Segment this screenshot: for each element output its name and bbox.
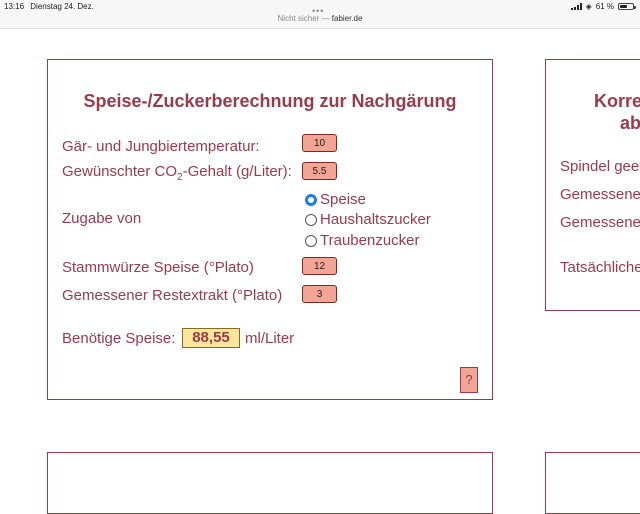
correction-row: Gemessener — [560, 186, 640, 203]
radio-label[interactable]: Haushaltszucker — [320, 211, 431, 228]
status-date: Dienstag 24. Dez. — [30, 2, 94, 11]
wort-input[interactable] — [302, 257, 337, 275]
residual-label: Gemessener Restextrakt (°Plato) — [62, 287, 283, 304]
co2-label-post: -Gehalt (g/Liter): — [182, 163, 292, 180]
correction-card: Korre ab Spindel gee Gemessener Gemessen… — [545, 59, 640, 311]
correction-row: Tatsächliche — [560, 259, 640, 276]
url-bar[interactable]: ••• Nicht sicher — fabier.de — [0, 6, 640, 29]
bottom-card-right — [545, 452, 640, 514]
radio-checked-icon[interactable] — [305, 193, 317, 206]
result-value: 88,55 — [182, 328, 240, 348]
co2-label: Gewünschter CO2-Gehalt (g/Liter): — [62, 163, 292, 183]
radio-option-haushaltszucker[interactable]: Haushaltszucker — [305, 211, 431, 228]
signal-icon — [570, 3, 582, 10]
result-unit: ml/Liter — [245, 330, 295, 347]
radio-label[interactable]: Speise — [320, 191, 366, 208]
residual-input[interactable] — [302, 285, 337, 303]
correction-row: Gemessener — [560, 214, 640, 231]
radio-label[interactable]: Traubenzucker — [320, 232, 420, 249]
battery-icon — [618, 3, 636, 10]
radio-option-speise[interactable]: Speise — [305, 191, 366, 208]
correction-title-line1: Korre — [594, 91, 640, 111]
radio-unchecked-icon[interactable] — [305, 213, 317, 226]
bottom-card-left — [47, 452, 493, 514]
co2-label-pre: Gewünschter CO — [62, 163, 178, 180]
co2-input[interactable] — [302, 162, 337, 180]
radio-unchecked-icon[interactable] — [305, 234, 317, 247]
wifi-icon: ◈ — [585, 1, 592, 11]
correction-row: Spindel gee — [560, 158, 640, 175]
status-time: 13:16 — [4, 2, 25, 11]
calculator-title: Speise-/Zuckerberechnung zur Nachgärung — [83, 91, 457, 111]
url-security: Nicht sicher — — [277, 14, 332, 23]
help-button[interactable]: ? — [460, 367, 478, 393]
wort-label: Stammwürze Speise (°Plato) — [62, 259, 254, 276]
addition-label: Zugabe von — [62, 210, 142, 227]
result-label: Benötige Speise: — [62, 330, 176, 347]
battery-percent: 61 % — [595, 2, 614, 11]
temperature-input[interactable] — [302, 134, 337, 152]
calculator-card: Speise-/Zuckerberechnung zur Nachgärung … — [47, 59, 493, 400]
temperature-label: Gär- und Jungbiertemperatur: — [62, 138, 260, 155]
url-domain: fabier.de — [331, 14, 363, 23]
correction-title-line2: ab — [620, 113, 640, 133]
url-text[interactable]: Nicht sicher — fabier.de — [0, 14, 640, 23]
radio-option-traubenzucker[interactable]: Traubenzucker — [305, 232, 420, 249]
